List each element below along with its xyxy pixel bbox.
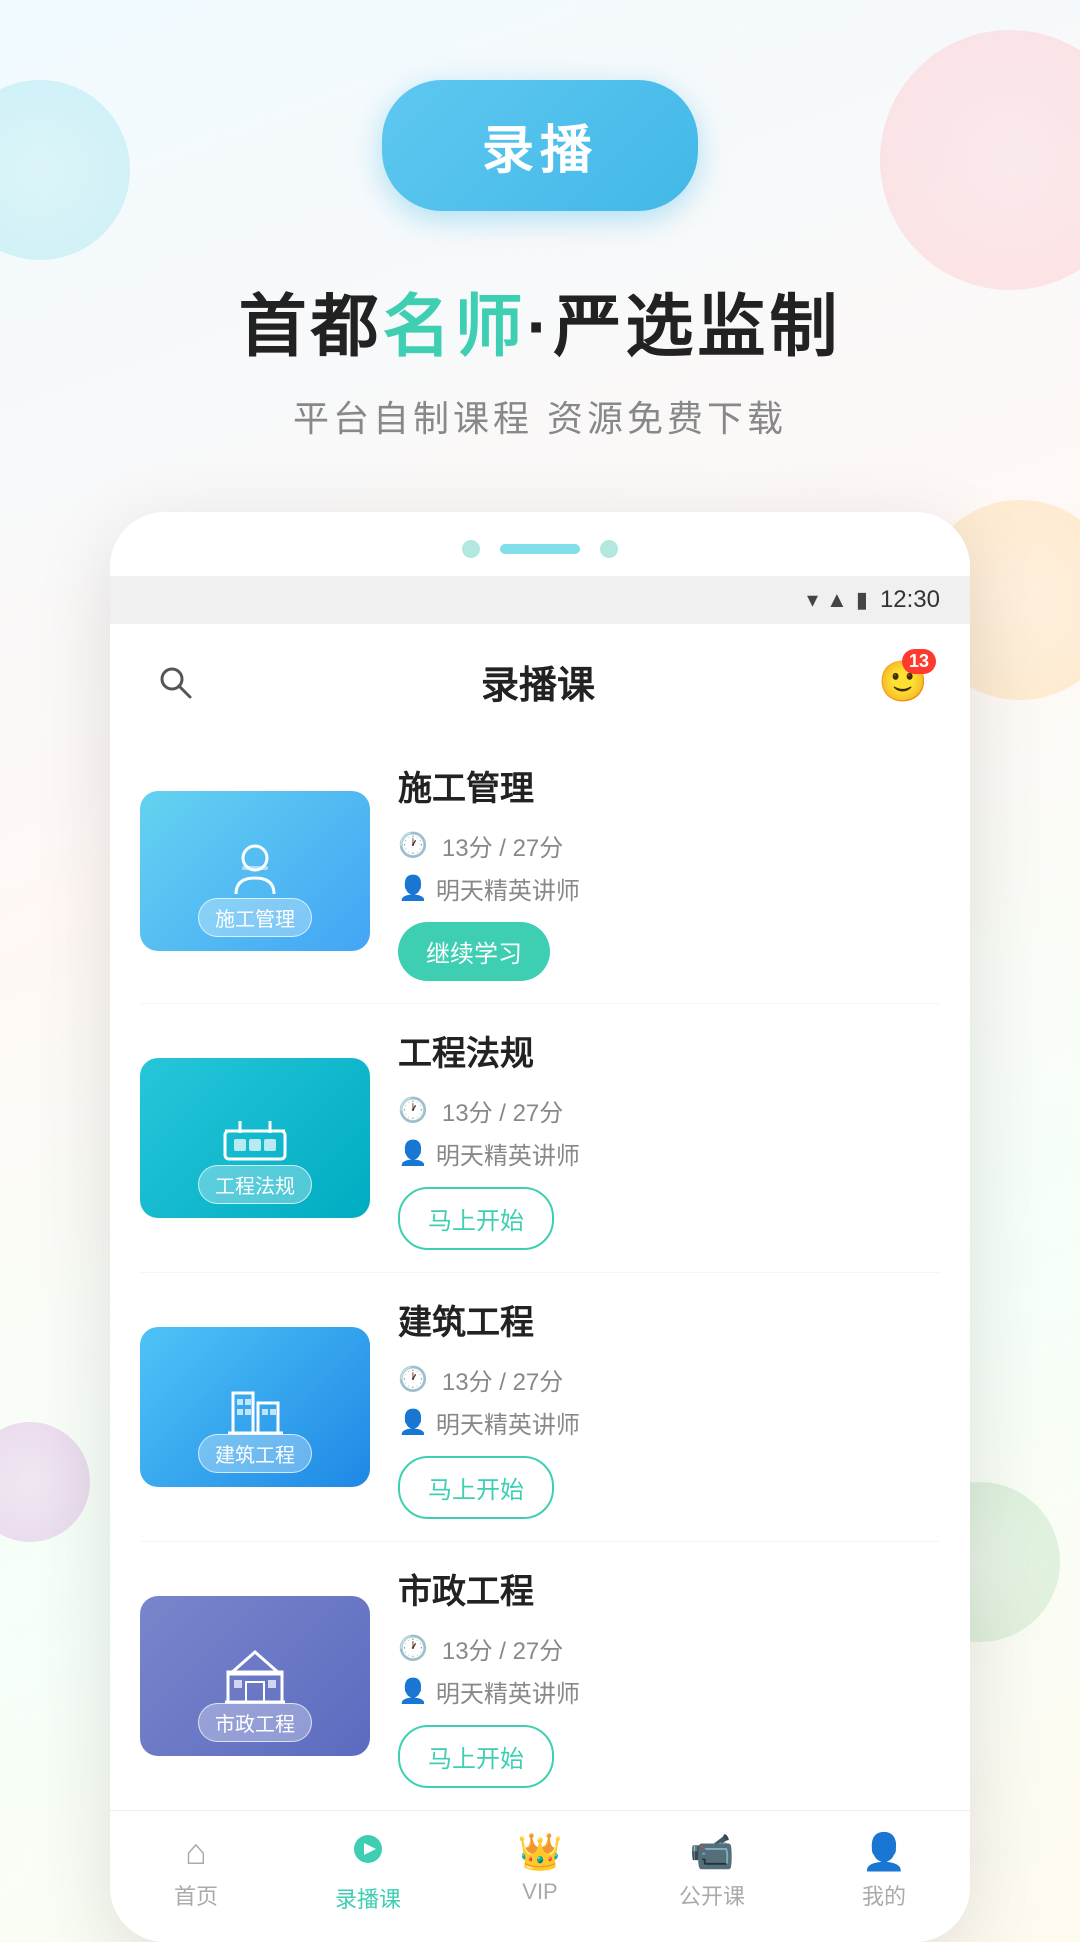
start-button-jianzhu[interactable]: 马上开始 [398,1456,554,1519]
dot-2 [600,540,618,558]
course-time-shizheng: 13分 / 27分 [442,1631,563,1666]
dot-line [500,544,580,554]
course-time-jianzhu: 13分 / 27分 [442,1362,563,1397]
status-bar: ▾ ▲ ▮ 12:30 [110,576,970,624]
battery-icon: ▮ [856,587,868,613]
course-name-jianzhu: 建筑工程 [398,1295,940,1344]
start-button-gongcheng[interactable]: 马上开始 [398,1187,554,1250]
search-icon [155,662,195,702]
course-name-gongcheng: 工程法规 [398,1026,940,1075]
signal-icon: ▲ [826,587,848,613]
tagline-sep: · [527,289,554,365]
header-section: 录播 首都名师·严选监制 平台自制课程 资源免费下载 [0,0,1080,442]
course-info-shigong: 施工管理 🕐 13分 / 27分 👤 明天精英讲师 继续学习 [398,761,940,981]
course-teacher-gongcheng: 👤 明天精英讲师 [398,1136,940,1171]
course-info-jianzhu: 建筑工程 🕐 13分 / 27分 👤 明天精英讲师 马上开始 [398,1295,940,1519]
tagline: 首都名师·严选监制 [239,271,842,370]
course-time-gongcheng: 13分 / 27分 [442,1093,563,1128]
course-thumb-gongcheng[interactable]: 工程法规 [140,1058,370,1218]
course-teacher-jianzhu: 👤 明天精英讲师 [398,1405,940,1440]
course-teacher-shizheng: 👤 明天精英讲师 [398,1674,940,1709]
course-item-shizheng: 市政工程 市政工程 🕐 13分 / 27分 👤 明天精英讲师 马上开始 [140,1542,940,1810]
nav-label-mine: 我的 [862,1879,906,1911]
status-time: 12:30 [880,586,940,614]
tagline-part1: 首都 [239,289,383,365]
clock-icon-2: 🕐 [398,1096,428,1125]
person-icon-4: 👤 [398,1677,428,1706]
app-title: 录播课 [481,654,595,709]
course-thumb-shigong[interactable]: 施工管理 [140,791,370,951]
course-thumb-jianzhu[interactable]: 建筑工程 [140,1327,370,1487]
course-time-shigong: 13分 / 27分 [442,828,563,863]
subtitle: 平台自制课程 资源免费下载 [293,390,787,442]
dot-1 [462,540,480,558]
message-button[interactable]: 🙂 13 [876,655,930,709]
search-button[interactable] [150,657,200,707]
nav-item-vip[interactable]: 👑 VIP [454,1831,626,1914]
course-item-shigong: 施工管理 施工管理 🕐 13分 / 27分 👤 明天精英讲师 继续学习 [140,739,940,1004]
live-icon: 📹 [690,1831,735,1873]
person-icon-2: 👤 [398,1139,428,1168]
nav-item-mine[interactable]: 👤 我的 [798,1831,970,1914]
course-name-shigong: 施工管理 [398,761,940,810]
clock-icon-4: 🕐 [398,1634,428,1663]
mine-icon: 👤 [862,1831,907,1873]
course-info-gongcheng: 工程法规 🕐 13分 / 27分 👤 明天精英讲师 马上开始 [398,1026,940,1250]
bottom-nav: ⌂ 首页 录播课 👑 VIP 📹 公开课 👤 我的 [110,1810,970,1942]
course-thumb-label-shigong: 施工管理 [198,898,312,937]
nav-label-vip: VIP [522,1879,557,1905]
person-icon: 👤 [398,874,428,903]
course-meta-gongcheng: 🕐 13分 / 27分 [398,1093,940,1128]
course-icon-jianzhu [223,1375,288,1440]
course-thumb-shizheng[interactable]: 市政工程 [140,1596,370,1756]
course-meta-jianzhu: 🕐 13分 / 27分 [398,1362,940,1397]
course-list: 施工管理 施工管理 🕐 13分 / 27分 👤 明天精英讲师 继续学习 [110,729,970,1810]
course-teacher-shigong: 👤 明天精英讲师 [398,871,940,906]
course-name-shizheng: 市政工程 [398,1564,940,1613]
home-icon: ⌂ [185,1831,207,1873]
course-item-gongcheng: 工程法规 工程法规 🕐 13分 / 27分 👤 明天精英讲师 马上开始 [140,1004,940,1273]
luzbo-icon [350,1831,386,1876]
luzbo-button[interactable]: 录播 [382,80,698,211]
clock-icon: 🕐 [398,831,428,860]
dots-indicator [110,512,970,576]
nav-item-live[interactable]: 📹 公开课 [626,1831,798,1914]
vip-icon: 👑 [518,1831,563,1873]
status-icons: ▾ ▲ ▮ [807,587,868,613]
course-thumb-label-jianzhu: 建筑工程 [198,1434,312,1473]
message-badge: 13 [902,649,936,674]
course-info-shizheng: 市政工程 🕐 13分 / 27分 👤 明天精英讲师 马上开始 [398,1564,940,1788]
course-icon-shizheng [220,1644,290,1709]
course-meta-shigong: 🕐 13分 / 27分 [398,828,940,863]
nav-label-home: 首页 [174,1879,218,1911]
bg-decoration-5 [0,1422,90,1542]
continue-button-shigong[interactable]: 继续学习 [398,922,550,981]
course-thumb-label-gongcheng: 工程法规 [198,1165,312,1204]
wifi-icon: ▾ [807,587,818,613]
tagline-highlight: 名师 [383,289,527,365]
nav-item-home[interactable]: ⌂ 首页 [110,1831,282,1914]
phone-mockup: ▾ ▲ ▮ 12:30 录播课 🙂 13 [110,512,970,1942]
course-icon-shigong [220,836,290,906]
course-thumb-label-shizheng: 市政工程 [198,1703,312,1742]
person-icon-3: 👤 [398,1408,428,1437]
course-item-jianzhu: 建筑工程 建筑工程 🕐 13分 / 27分 👤 明天精英讲师 马上开始 [140,1273,940,1542]
course-meta-shizheng: 🕐 13分 / 27分 [398,1631,940,1666]
course-icon-gongcheng [220,1111,290,1166]
tagline-part2: 严选监制 [553,289,841,365]
clock-icon-3: 🕐 [398,1365,428,1394]
app-topbar: 录播课 🙂 13 [110,624,970,729]
nav-label-live: 公开课 [679,1879,745,1911]
start-button-shizheng[interactable]: 马上开始 [398,1725,554,1788]
nav-label-luzbo: 录播课 [335,1882,401,1914]
nav-item-luzbo[interactable]: 录播课 [282,1831,454,1914]
